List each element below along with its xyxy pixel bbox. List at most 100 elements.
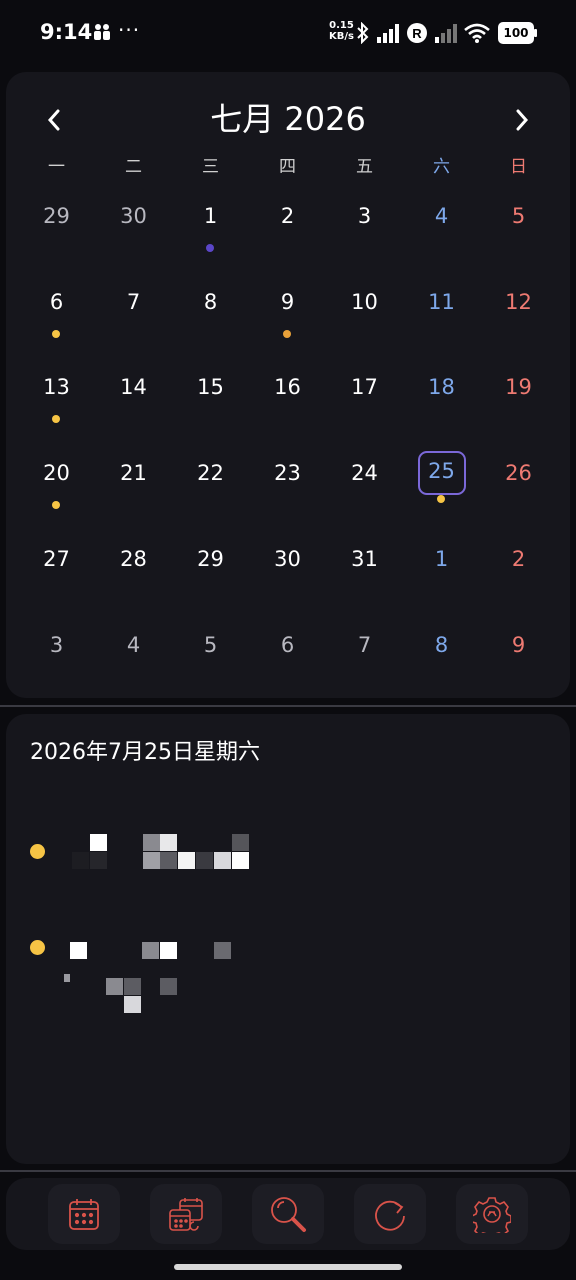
event-item[interactable] [6, 832, 570, 902]
day-number: 3 [357, 204, 372, 228]
day-cell[interactable]: 12 [480, 274, 557, 354]
day-cell[interactable]: 19 [480, 359, 557, 439]
event-title-pixelated [64, 936, 254, 1016]
day-cell[interactable]: 4 [403, 188, 480, 268]
nav-month-view-button[interactable] [48, 1184, 120, 1244]
day-cell[interactable]: 10 [326, 274, 403, 354]
day-cell[interactable]: 20 [18, 445, 95, 525]
day-cell[interactable]: 16 [249, 359, 326, 439]
day-number: 6 [49, 290, 64, 314]
day-cell[interactable]: 7 [95, 274, 172, 354]
event-dot [30, 844, 45, 859]
day-cell[interactable]: 29 [18, 188, 95, 268]
weekday-wed: 三 [202, 157, 219, 177]
day-cell[interactable]: 15 [172, 359, 249, 439]
day-cell[interactable]: 28 [95, 531, 172, 611]
calendar-card: 七月 2026 一 二 三 四 五 六 日 29 30 1 2 3 4 5 6 … [6, 72, 570, 698]
home-indicator[interactable] [174, 1264, 402, 1270]
day-number: 14 [120, 375, 147, 399]
day-number: 1 [434, 547, 449, 571]
weekday-fri: 五 [356, 157, 373, 177]
day-cell[interactable]: 1 [172, 188, 249, 268]
chevron-right-icon [516, 109, 529, 131]
event-marker [283, 330, 291, 338]
day-cell[interactable]: 5 [172, 617, 249, 697]
day-number: 26 [505, 461, 532, 485]
day-number: 17 [351, 375, 378, 399]
day-cell[interactable]: 23 [249, 445, 326, 525]
roaming-icon: R [407, 23, 427, 43]
nav-settings-button[interactable] [456, 1184, 528, 1244]
day-cell[interactable]: 18 [403, 359, 480, 439]
day-number: 4 [126, 633, 141, 657]
day-cell[interactable]: 27 [18, 531, 95, 611]
day-cell[interactable]: 30 [95, 188, 172, 268]
day-cell[interactable]: 9 [480, 617, 557, 697]
day-cell[interactable]: 5 [480, 188, 557, 268]
nav-sync-button[interactable] [354, 1184, 426, 1244]
day-cell[interactable]: 14 [95, 359, 172, 439]
day-cell[interactable]: 17 [326, 359, 403, 439]
day-number: 3 [49, 633, 64, 657]
day-cell[interactable]: 7 [326, 617, 403, 697]
people-icon [94, 24, 110, 40]
day-number: 27 [43, 547, 70, 571]
next-month-button[interactable] [502, 100, 542, 140]
day-cell[interactable]: 4 [95, 617, 172, 697]
day-cell[interactable]: 3 [18, 617, 95, 697]
nav-schedule-button[interactable] [150, 1184, 222, 1244]
day-number: 15 [197, 375, 224, 399]
day-cell[interactable]: 31 [326, 531, 403, 611]
day-number: 12 [505, 290, 532, 314]
calendar-month-icon [69, 1199, 99, 1230]
day-cell[interactable]: 2 [480, 531, 557, 611]
month-title[interactable]: 七月 2026 [6, 94, 570, 140]
day-cell[interactable]: 26 [480, 445, 557, 525]
bluetooth-icon [357, 22, 369, 44]
event-item[interactable] [6, 936, 570, 1016]
battery-indicator: 100 [498, 22, 537, 44]
day-cell[interactable]: 3 [326, 188, 403, 268]
day-number: 4 [434, 204, 449, 228]
day-cell[interactable]: 22 [172, 445, 249, 525]
weekday-mon: 一 [48, 157, 65, 177]
day-number: 28 [120, 547, 147, 571]
nav-search-button[interactable] [252, 1184, 324, 1244]
day-cell[interactable]: 9 [249, 274, 326, 354]
event-marker [437, 495, 445, 503]
day-cell[interactable]: 13 [18, 359, 95, 439]
day-cell[interactable]: 21 [95, 445, 172, 525]
day-cell-selected[interactable]: 25 [403, 445, 480, 525]
event-title-pixelated [70, 832, 260, 902]
day-number: 7 [357, 633, 372, 657]
day-cell[interactable]: 6 [18, 274, 95, 354]
day-cell[interactable]: 1 [403, 531, 480, 611]
day-number: 8 [203, 290, 218, 314]
settings-icon [473, 1197, 511, 1233]
day-number: 29 [197, 547, 224, 571]
day-number: 10 [351, 290, 378, 314]
event-marker [206, 244, 214, 252]
day-number: 23 [274, 461, 301, 485]
day-number: 29 [43, 204, 70, 228]
network-speed: 0.15 KB/s [329, 20, 354, 42]
day-cell[interactable]: 8 [172, 274, 249, 354]
speed-unit: KB/s [329, 31, 354, 42]
day-cell[interactable]: 30 [249, 531, 326, 611]
day-cell[interactable]: 2 [249, 188, 326, 268]
selected-date-title: 2026年7月25日星期六 [30, 740, 260, 765]
day-number: 1 [203, 204, 218, 228]
day-number: 8 [434, 633, 449, 657]
wifi-icon [464, 23, 490, 43]
day-number: 25 [428, 459, 455, 483]
day-cell[interactable]: 24 [326, 445, 403, 525]
weekday-thu: 四 [279, 157, 296, 177]
day-cell[interactable]: 11 [403, 274, 480, 354]
calendar-sync-icon [169, 1198, 203, 1231]
day-number: 6 [280, 633, 295, 657]
day-cell[interactable]: 29 [172, 531, 249, 611]
day-cell[interactable]: 6 [249, 617, 326, 697]
weekday-sat: 六 [433, 157, 450, 177]
speed-value: 0.15 [329, 20, 354, 31]
day-cell[interactable]: 8 [403, 617, 480, 697]
